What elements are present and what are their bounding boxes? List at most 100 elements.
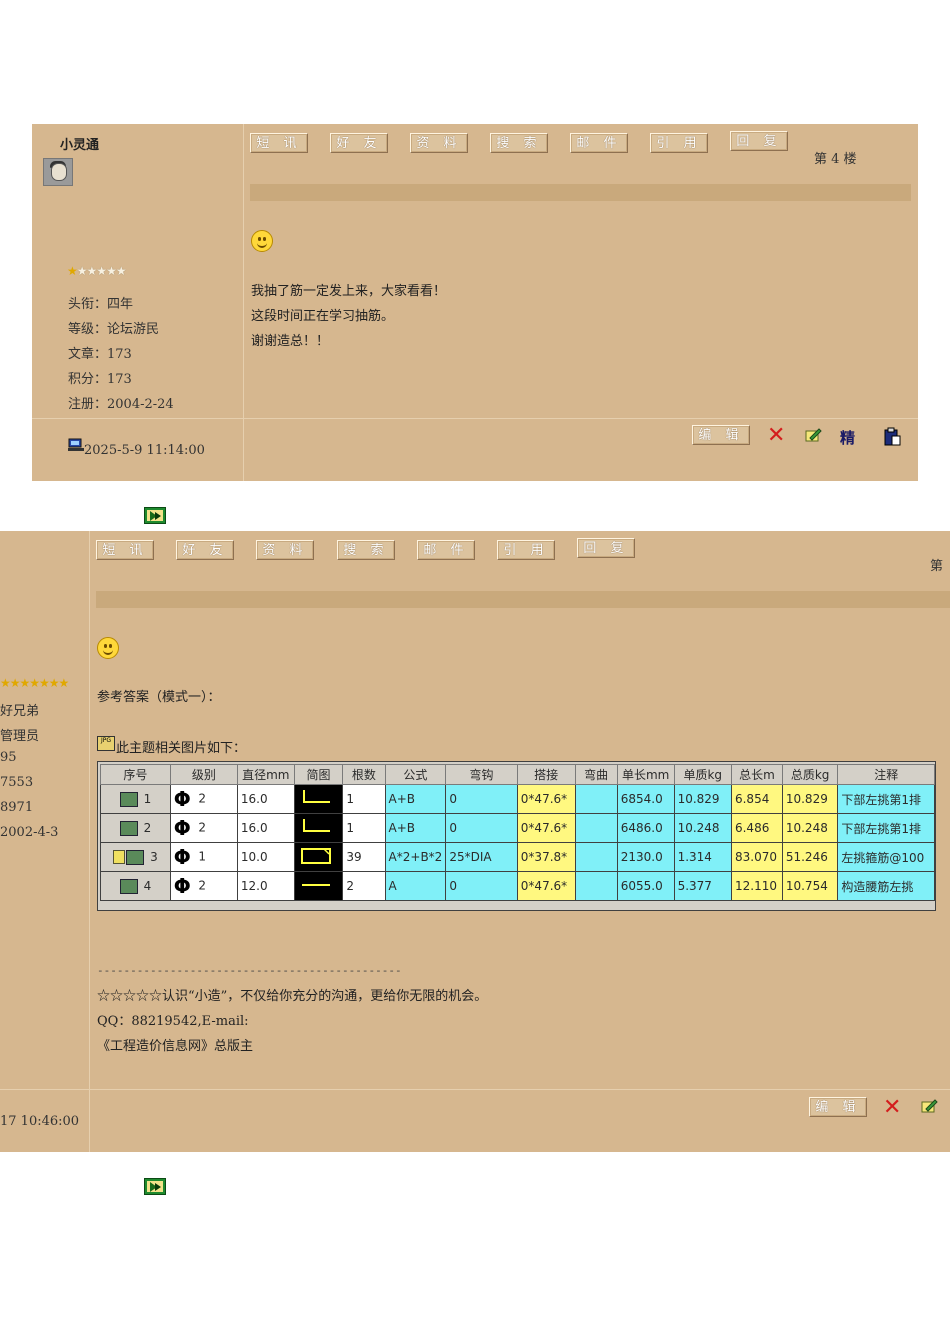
email-button[interactable]: 邮 件 xyxy=(570,133,628,153)
formula-cell: A+B xyxy=(384,784,447,814)
floor-number: 第 xyxy=(930,559,944,574)
message-button[interactable]: 短 讯 xyxy=(250,133,308,153)
lap-cell: 0*47.6* xyxy=(516,784,576,814)
row-icon xyxy=(119,878,138,894)
col-header: 总长m xyxy=(730,764,783,785)
quote-button[interactable]: 引 用 xyxy=(497,540,555,560)
user-points: 7553 xyxy=(0,775,34,790)
reply-button[interactable]: 回 复 xyxy=(577,538,635,558)
seq-cell: 3 xyxy=(100,842,171,872)
unit-length-cell: 2130.0 xyxy=(616,842,675,872)
hook-cell: 25*DIA xyxy=(445,842,518,872)
user-posts: 95 xyxy=(0,750,17,765)
unit-mass-cell: 5.377 xyxy=(673,871,732,901)
bend-cell xyxy=(574,871,618,901)
profile-button[interactable]: 资 料 xyxy=(256,540,314,560)
note-cell: 构造腰筋左挑 xyxy=(837,871,935,901)
bend-cell xyxy=(574,842,618,872)
total-length-cell: 12.110 xyxy=(730,871,783,901)
table-row: 1 Φ 2 16.0 1 A+B 0 0*47.6* 6854.0 10.829… xyxy=(100,784,935,814)
table-header-row: 序号 级别 直径mm 简图 根数 公式 弯钩 搭接 弯曲 单长mm 单质kg 总… xyxy=(100,764,935,785)
total-mass-cell: 10.248 xyxy=(781,813,839,843)
smiley-icon xyxy=(97,637,119,659)
unit-length-cell: 6854.0 xyxy=(616,784,675,814)
search-button[interactable]: 搜 索 xyxy=(337,540,395,560)
row-icon xyxy=(119,791,138,807)
col-header: 级别 xyxy=(169,764,238,785)
featured-icon[interactable]: 精 xyxy=(840,427,855,448)
post-2-footer-divider xyxy=(0,1089,950,1090)
total-mass-cell: 10.829 xyxy=(781,784,839,814)
message-button[interactable]: 短 讯 xyxy=(96,540,154,560)
user-registered: 注册：2004-2-24 xyxy=(68,397,174,412)
edit-pencil-icon[interactable] xyxy=(804,426,822,444)
content-line: 这段时间正在学习抽筋。 xyxy=(251,309,395,324)
level-cell: Φ 2 xyxy=(169,784,238,814)
user-level: 等级：论坛游民 xyxy=(68,322,160,337)
diameter-cell: 10.0 xyxy=(236,842,295,872)
delete-icon[interactable]: ✕ xyxy=(767,425,785,447)
row-icon xyxy=(119,820,138,836)
unit-length-cell: 6486.0 xyxy=(616,813,675,843)
shape-l-icon xyxy=(293,813,344,843)
post-intro: 参考答案（模式一）： xyxy=(97,690,221,705)
total-length-cell: 6.486 xyxy=(730,813,783,843)
email-button[interactable]: 邮 件 xyxy=(417,540,475,560)
friend-button[interactable]: 好 友 xyxy=(176,540,234,560)
col-header: 搭接 xyxy=(516,764,576,785)
count-cell: 39 xyxy=(342,842,386,872)
signature-line: QQ：88219542,E-mail: xyxy=(97,1014,249,1029)
edit-button[interactable]: 编 辑 xyxy=(809,1097,867,1117)
arrow-link-icon[interactable] xyxy=(144,507,166,524)
bend-cell xyxy=(574,784,618,814)
seq-cell: 4 xyxy=(100,871,171,901)
user-score: 8971 xyxy=(0,800,34,815)
delete-icon[interactable]: ✕ xyxy=(883,1097,901,1119)
total-mass-cell: 51.246 xyxy=(781,842,839,872)
note-cell: 下部左挑第1排 xyxy=(837,784,935,814)
seq-cell: 2 xyxy=(100,813,171,843)
friend-button[interactable]: 好 友 xyxy=(330,133,388,153)
search-button[interactable]: 搜 索 xyxy=(490,133,548,153)
signature: ☆☆☆☆☆认识“小造”，不仅给你充分的沟通，更给你无限的机会。 QQ：88219… xyxy=(97,984,487,1059)
clipboard-icon[interactable] xyxy=(882,427,901,447)
user-title: 好兄弟 xyxy=(0,704,40,719)
col-header: 单长mm xyxy=(616,764,675,785)
col-header: 根数 xyxy=(342,764,386,785)
total-length-cell: 83.070 xyxy=(730,842,783,872)
col-header: 公式 xyxy=(384,764,447,785)
quote-button[interactable]: 引 用 xyxy=(650,133,708,153)
post-title-bar xyxy=(250,184,911,201)
user-registered: 2002-4-3 xyxy=(0,825,59,840)
count-cell: 1 xyxy=(342,784,386,814)
post-timestamp: 2025-5-9 11:14:00 xyxy=(84,443,205,458)
post-2-divider xyxy=(89,531,90,1152)
avatar[interactable] xyxy=(43,158,73,186)
image-caption: 此主题相关图片如下： xyxy=(116,741,247,756)
level-cell: Φ 2 xyxy=(169,813,238,843)
arrow-link-icon[interactable] xyxy=(144,1178,166,1195)
shape-l-icon xyxy=(293,784,344,814)
reply-button[interactable]: 回 复 xyxy=(730,131,788,151)
rank-stars: ★★★★★★★ xyxy=(0,676,69,690)
content-line: 谢谢造总！！ xyxy=(251,334,330,349)
edit-pencil-icon[interactable] xyxy=(920,1097,938,1115)
formula-cell: A+B xyxy=(384,813,447,843)
col-header: 直径mm xyxy=(236,764,295,785)
username[interactable]: 小灵通 xyxy=(60,134,99,153)
post-timestamp: 17 10:46:00 xyxy=(0,1114,80,1129)
diameter-cell: 16.0 xyxy=(236,813,295,843)
total-length-cell: 6.854 xyxy=(730,784,783,814)
total-mass-cell: 10.754 xyxy=(781,871,839,901)
note-cell: 下部左挑第1排 xyxy=(837,813,935,843)
col-header: 简图 xyxy=(293,764,344,785)
col-header: 注释 xyxy=(837,764,935,785)
profile-button[interactable]: 资 料 xyxy=(410,133,468,153)
user-title: 头衔：四年 xyxy=(68,297,134,312)
col-header: 弯钩 xyxy=(445,764,518,785)
shape-line-icon xyxy=(293,871,344,901)
edit-button[interactable]: 编 辑 xyxy=(692,425,750,445)
count-cell: 1 xyxy=(342,813,386,843)
user-level: 管理员 xyxy=(0,729,40,744)
signature-separator: ----------------------------------------… xyxy=(97,964,402,977)
